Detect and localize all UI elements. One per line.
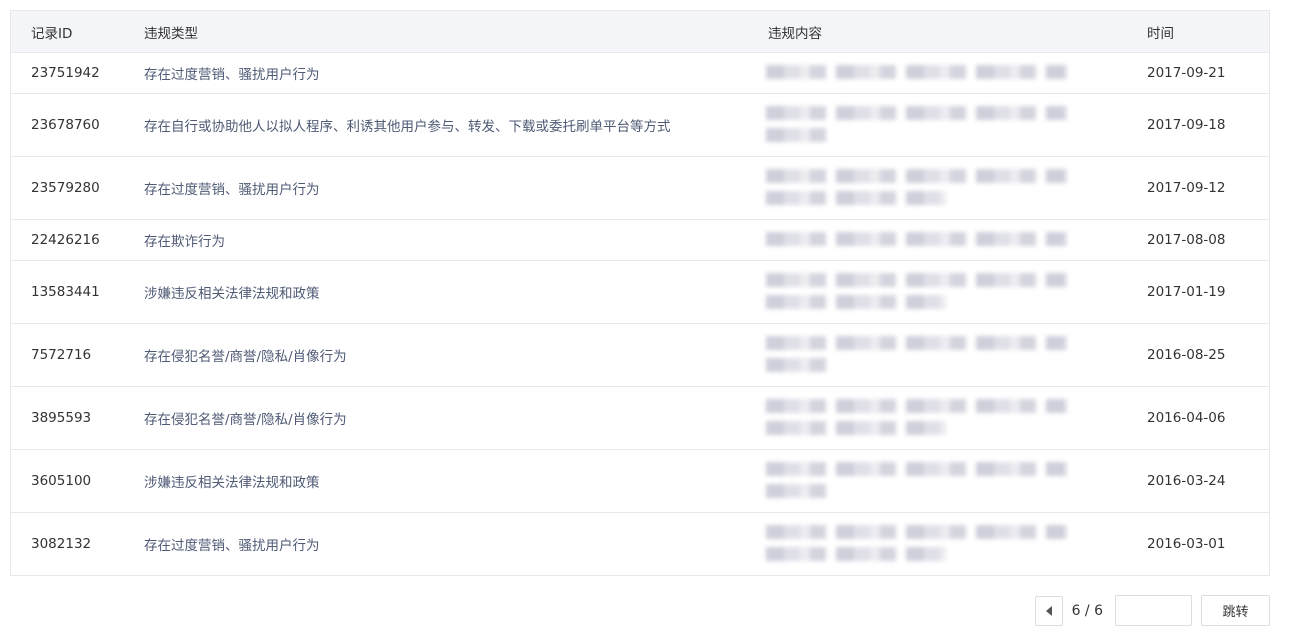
page-jump-input[interactable] — [1115, 595, 1192, 626]
header-record-id: 记录ID — [31, 25, 73, 42]
redacted-line — [766, 547, 946, 561]
record-time: 2017-09-21 — [1147, 65, 1226, 81]
violation-type: 存在欺诈行为 — [144, 234, 225, 250]
record-time: 2017-08-08 — [1147, 232, 1226, 248]
violation-content-redacted — [750, 513, 1127, 575]
table-header: 记录ID 违规类型 违规内容 时间 — [11, 11, 1269, 52]
record-id: 13583441 — [31, 284, 100, 300]
record-id: 22426216 — [31, 232, 100, 248]
violation-content-redacted — [750, 324, 1127, 386]
violation-type: 涉嫌违反相关法律法规和政策 — [144, 475, 320, 491]
record-time: 2017-09-12 — [1147, 180, 1226, 196]
violation-content-redacted — [750, 53, 1127, 93]
record-id: 7572716 — [31, 347, 92, 363]
redacted-line — [766, 484, 826, 498]
record-time: 2016-04-06 — [1147, 410, 1226, 426]
header-time: 时间 — [1147, 25, 1174, 42]
prev-page-button[interactable] — [1034, 595, 1063, 626]
table-row: 7572716 存在侵犯名誉/商誉/隐私/肖像行为 2016-08-25 — [11, 323, 1269, 386]
record-time: 2016-03-24 — [1147, 473, 1226, 489]
table-body: 23751942 存在过度营销、骚扰用户行为 2017-09-21 23678760 存… — [11, 52, 1269, 575]
record-id: 23751942 — [31, 65, 100, 81]
redacted-line — [766, 421, 946, 435]
violation-type: 涉嫌违反相关法律法规和政策 — [144, 286, 320, 302]
record-time: 2017-01-19 — [1147, 284, 1226, 300]
table-row: 13583441 涉嫌违反相关法律法规和政策 2017-01-19 — [11, 260, 1269, 323]
redacted-blur — [766, 521, 1067, 567]
table-row: 23678760 存在自行或协助他人以拟人程序、利诱其他用户参与、转发、下载或委托… — [11, 93, 1269, 156]
violation-content-redacted — [750, 387, 1127, 449]
header-violation-type: 违规类型 — [144, 25, 198, 42]
violation-type: 存在过度营销、骚扰用户行为 — [144, 67, 320, 83]
violation-content-redacted — [750, 157, 1127, 219]
pagination: 6 / 6 跳转 — [1034, 595, 1270, 626]
redacted-blur — [766, 269, 1067, 315]
table-row: 3082132 存在过度营销、骚扰用户行为 2016-03-01 — [11, 512, 1269, 575]
violation-type: 存在侵犯名誉/商誉/隐私/肖像行为 — [144, 412, 347, 428]
table-row: 3605100 涉嫌违反相关法律法规和政策 2016-03-24 — [11, 449, 1269, 512]
header-violation-content: 违规内容 — [750, 11, 1127, 52]
record-id: 3605100 — [31, 473, 92, 489]
redacted-blur — [766, 458, 1067, 504]
redacted-line — [766, 191, 946, 205]
record-id: 23678760 — [31, 117, 100, 133]
table-row: 22426216 存在欺诈行为 2017-08-08 — [11, 219, 1269, 260]
record-time: 2017-09-18 — [1147, 117, 1226, 133]
redacted-line — [766, 462, 1067, 476]
violation-content-redacted — [750, 94, 1127, 156]
violations-table: 记录ID 违规类型 违规内容 时间 23751942 存在过度营销、骚扰用户行为 2… — [10, 10, 1270, 576]
table-row: 3895593 存在侵犯名誉/商誉/隐私/肖像行为 2016-04-06 — [11, 386, 1269, 449]
redacted-line — [766, 65, 1067, 79]
violation-type: 存在自行或协助他人以拟人程序、利诱其他用户参与、转发、下载或委托刷单平台等方式 — [144, 119, 671, 135]
violation-content-redacted — [750, 261, 1127, 323]
table-row: 23579280 存在过度营销、骚扰用户行为 2017-09-12 — [11, 156, 1269, 219]
caret-left-icon — [1045, 605, 1052, 616]
redacted-line — [766, 106, 1067, 120]
violation-content-redacted — [750, 450, 1127, 512]
redacted-blur — [766, 395, 1067, 441]
record-id: 23579280 — [31, 180, 100, 196]
violation-content-redacted — [750, 220, 1127, 260]
header-violation-content-label: 违规内容 — [768, 25, 822, 42]
page-indicator: 6 / 6 — [1071, 602, 1103, 619]
violation-type: 存在过度营销、骚扰用户行为 — [144, 538, 320, 554]
redacted-blur — [766, 102, 1067, 148]
redacted-line — [766, 358, 826, 372]
violation-type: 存在过度营销、骚扰用户行为 — [144, 182, 320, 198]
redacted-blur — [766, 228, 1067, 252]
record-id: 3082132 — [31, 536, 92, 552]
redacted-line — [766, 525, 1067, 539]
record-id: 3895593 — [31, 410, 92, 426]
redacted-line — [766, 399, 1067, 413]
jump-button[interactable]: 跳转 — [1201, 595, 1270, 626]
redacted-blur — [766, 61, 1067, 85]
redacted-line — [766, 169, 1067, 183]
redacted-blur — [766, 332, 1067, 378]
violation-type: 存在侵犯名誉/商誉/隐私/肖像行为 — [144, 349, 347, 365]
redacted-line — [766, 336, 1067, 350]
redacted-line — [766, 295, 946, 309]
record-time: 2016-03-01 — [1147, 536, 1226, 552]
table-row: 23751942 存在过度营销、骚扰用户行为 2017-09-21 — [11, 52, 1269, 93]
record-time: 2016-08-25 — [1147, 347, 1226, 363]
redacted-line — [766, 128, 826, 142]
redacted-line — [766, 232, 1067, 246]
redacted-blur — [766, 165, 1067, 211]
redacted-line — [766, 273, 1067, 287]
